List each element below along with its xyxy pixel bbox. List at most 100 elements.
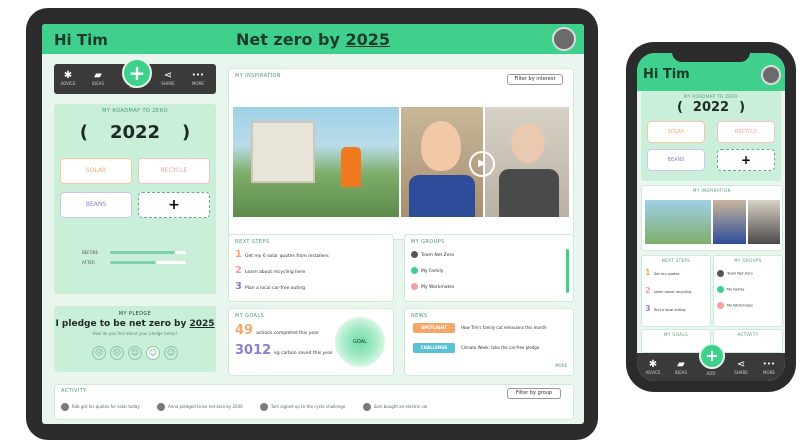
person-image (341, 147, 361, 187)
roadmap-panel: MY ROADMAP TO ZERO (2022) SOLAR RECYCLE … (641, 91, 781, 181)
news-item[interactable]: Climate Week: take the car-free pledge (461, 345, 539, 350)
slider-after[interactable] (110, 261, 186, 264)
group-item[interactable]: Team Net Zero (717, 270, 753, 277)
advice-button[interactable]: ✱ ADVICE (641, 359, 665, 375)
list-item[interactable]: 1 Get my quotes (645, 268, 679, 277)
option-recycle[interactable]: RECYCLE (717, 121, 775, 143)
group-item[interactable]: Team Net Zero (411, 251, 454, 258)
next-year-button[interactable]: ) (182, 122, 190, 143)
option-solar[interactable]: SOLAR (647, 121, 705, 143)
next-steps-label: NEXT STEPS (235, 239, 270, 245)
speaker-face (511, 123, 545, 163)
mood-face-icon[interactable]: ☺ (128, 346, 142, 360)
group-item[interactable]: My Workmates (411, 283, 454, 290)
video-thumbnail-3[interactable] (748, 200, 780, 244)
add-button[interactable]: + (122, 58, 152, 88)
inspiration-label: MY INSPIRATION (235, 73, 281, 79)
avatar (362, 403, 371, 411)
play-icon[interactable]: ▶ (469, 151, 495, 177)
filter-group-button[interactable]: Filter by group (507, 388, 561, 399)
goal-stat: 3012 kg carbon saved this year (235, 343, 333, 358)
advice-button[interactable]: ✱ ADVICE (56, 70, 80, 86)
avatar (157, 403, 166, 411)
my-goals-card: MY GOALS 49 actions completed this year 3… (228, 308, 394, 376)
filter-interest-button[interactable]: Filter by interest (507, 74, 563, 85)
group-avatar-icon (717, 270, 724, 277)
share-button[interactable]: ⋖ SHARE (156, 70, 180, 86)
more-button[interactable]: ••• MORE (186, 70, 210, 86)
asterisk-icon: ✱ (648, 359, 658, 370)
video-thumbnail-2[interactable] (713, 200, 746, 244)
goal-ring: GOAL (335, 317, 385, 367)
pledge-question: How do you feel about your pledge today? (92, 331, 178, 336)
news-more-link[interactable]: MORE (555, 363, 567, 368)
next-steps-label: NEXT STEPS (661, 258, 691, 263)
share-button[interactable]: ⋖ SHARE (729, 359, 753, 375)
video-thumbnail-3[interactable] (485, 107, 569, 217)
avatar[interactable] (552, 27, 576, 51)
activity-item[interactable]: Tom signed up to the cycle challenge (271, 404, 345, 409)
add-option-button[interactable]: + (717, 149, 775, 171)
group-avatar-icon (411, 283, 418, 290)
scrollbar[interactable] (566, 249, 569, 293)
my-groups-label: MY GROUPS (734, 258, 762, 263)
plus-icon: + (128, 61, 146, 85)
list-item[interactable]: 2 Learn about recycling (645, 286, 692, 295)
page-title: Net zero by 2025 (235, 30, 391, 49)
activity-item[interactable]: Sam bought an electric car (374, 404, 428, 409)
ideas-button[interactable]: ▰ IDEAS (86, 70, 110, 86)
tablet-screen: Hi Tim Net zero by 2025 ✱ ADVICE ▰ IDEAS… (42, 24, 584, 424)
house-image (251, 121, 315, 183)
option-solar[interactable]: SOLAR (60, 158, 132, 184)
option-beans[interactable]: BEANS (647, 149, 705, 171)
news-item[interactable]: How Tim's family cut emissions this mont… (461, 325, 547, 330)
mood-face-icon[interactable]: ☹ (92, 346, 106, 360)
avatar[interactable] (761, 65, 781, 85)
list-item[interactable]: 1 Get my 6 solar quotes from installers (235, 249, 329, 260)
roadmap-label: MY ROADMAP TO ZERO (102, 108, 168, 114)
mood-face-icon[interactable]: ☺ (164, 346, 178, 360)
mood-face-icon[interactable]: ☹ (110, 346, 124, 360)
list-item[interactable]: 3 Plan a local car-free outing (235, 281, 305, 292)
goal-stat: 49 actions completed this year (235, 323, 319, 338)
add-button[interactable]: + (699, 343, 725, 369)
group-item[interactable]: My Workmates (717, 302, 753, 309)
group-item[interactable]: My Family (411, 267, 443, 274)
roadmap-year: 2022 (109, 122, 161, 143)
phone-screen: Hi Tim MY ROADMAP TO ZERO (2022) SOLAR R… (637, 53, 785, 381)
inspiration-panel: MY INSPIRATION Filter by interest ▶ (228, 68, 574, 240)
my-goals-label: MY GOALS (663, 332, 689, 337)
list-item[interactable]: 3 Find a local outing (645, 304, 686, 313)
pledge-text: I pledge to be net zero by 2025 (55, 319, 215, 329)
activity-item[interactable]: Anna pledged to be net zero by 2030 (168, 404, 243, 409)
more-button[interactable]: ••• MORE (757, 359, 781, 375)
video-thumbnail-1[interactable] (233, 107, 399, 217)
news-tag: SPOTLIGHT (413, 323, 455, 333)
option-recycle[interactable]: RECYCLE (138, 158, 210, 184)
roadmap-panel: MY ROADMAP TO ZERO (2022) SOLAR RECYCLE … (54, 104, 216, 294)
mood-face-icon[interactable]: ☺ (146, 346, 160, 360)
roadmap-year: 2022 (692, 100, 730, 115)
prev-year-button[interactable]: ( (677, 100, 683, 115)
video-thumbnail-1[interactable] (645, 200, 711, 244)
target-year: 2025 (345, 30, 391, 49)
group-avatar-icon (411, 267, 418, 274)
next-year-button[interactable]: ) (739, 100, 745, 115)
greeting: Hi Tim (643, 67, 690, 82)
group-item[interactable]: My Family (717, 286, 744, 293)
next-steps-card: NEXT STEPS 1 Get my quotes 2 Learn about r… (641, 255, 711, 327)
activity-item[interactable]: Rob got his quotes for solar today (72, 404, 140, 409)
more-icon: ••• (191, 71, 205, 79)
ideas-button[interactable]: ▰ IDEAS (669, 359, 693, 375)
list-item[interactable]: 2 Learn about recycling here (235, 265, 305, 276)
slider-after-label: AFTER (82, 260, 95, 265)
prev-year-button[interactable]: ( (80, 122, 88, 143)
slider-before[interactable] (110, 251, 186, 254)
my-goals-label: MY GOALS (235, 313, 265, 319)
group-avatar-icon (717, 302, 724, 309)
roadmap-label: MY ROADMAP TO ZERO (684, 94, 738, 99)
group-avatar-icon (411, 251, 418, 258)
news-label: NEWS (411, 313, 428, 319)
option-beans[interactable]: BEANS (60, 192, 132, 218)
add-option-button[interactable]: + (138, 192, 210, 218)
